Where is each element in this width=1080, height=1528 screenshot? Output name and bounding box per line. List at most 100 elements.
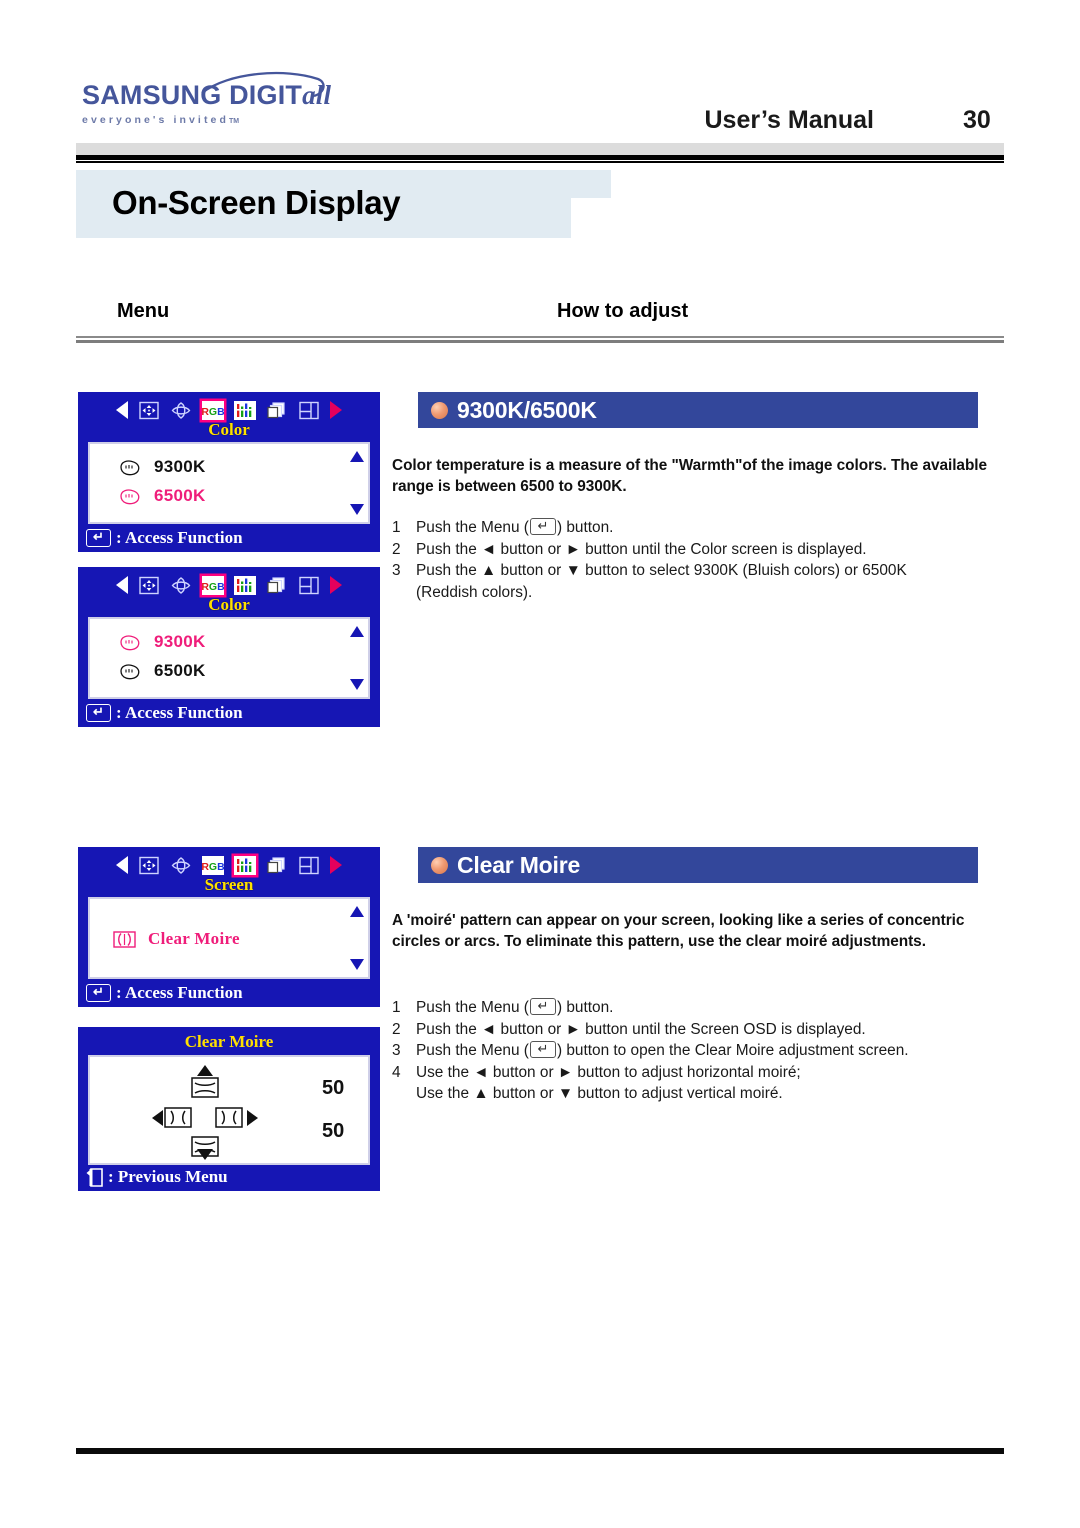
- osd-menu-label: Color: [208, 595, 250, 614]
- logo-tm-mark: TM: [229, 118, 240, 125]
- page-title-tab-step: [571, 170, 611, 198]
- step-text: Push the Menu () button.: [416, 515, 1017, 539]
- header-gray-band: [76, 143, 1004, 155]
- rgb-icon[interactable]: RGB: [202, 855, 224, 875]
- osd-option-9300k[interactable]: 9300K: [118, 632, 206, 652]
- arrow-right-icon[interactable]: [330, 576, 342, 594]
- manual-title: User’s Manual: [704, 106, 874, 134]
- rgb-icon[interactable]: RGB: [202, 575, 224, 595]
- step-item: 4 Use the ◄ button or ► button to adjust…: [392, 1062, 1022, 1084]
- scroll-down-icon[interactable]: [350, 679, 364, 690]
- arrow-right-icon[interactable]: [330, 401, 342, 419]
- copy-icon[interactable]: [266, 576, 288, 595]
- step-text: Push the ◄ button or ► button until the …: [416, 1020, 866, 1038]
- osd-content-screen: 9300K 6500K: [88, 442, 370, 524]
- rgb-icon[interactable]: RGB: [202, 400, 224, 420]
- osd-option-6500k[interactable]: 6500K: [118, 661, 206, 681]
- svg-text:RGB: RGB: [202, 406, 224, 418]
- osd-footer: : Access Function: [86, 701, 243, 723]
- scroll-down-icon[interactable]: [350, 959, 364, 970]
- step-item: 2 Push the ◄ button or ► button until th…: [392, 1019, 1022, 1041]
- copy-icon[interactable]: [266, 856, 288, 875]
- page-number: 30: [963, 106, 991, 134]
- step-number: 1: [392, 999, 401, 1016]
- step-text: Use the ◄ button or ► button to adjust h…: [416, 1063, 801, 1081]
- section-description-clear-moire: A 'moiré' pattern can appear on your scr…: [392, 912, 965, 950]
- osd-panel-screen-clear-moire: RGB Screen Clear Moire : Access Function: [78, 847, 380, 1007]
- osd-menu-label: Screen: [204, 875, 254, 894]
- copy-icon[interactable]: [266, 401, 288, 420]
- position-icon[interactable]: [138, 576, 160, 595]
- svg-text:RGB: RGB: [202, 581, 224, 593]
- bullet-icon: [431, 856, 448, 874]
- step-text: Push the ▲ button or ▼ button to select …: [416, 562, 907, 579]
- color-temp-icon: [120, 634, 140, 650]
- osd-content-screen: Clear Moire: [88, 897, 370, 979]
- section-heading-clear-moire: Clear Moire: [418, 847, 978, 883]
- section-description-color-temp: Color temperature is a measure of the "W…: [392, 457, 988, 495]
- step-number: 2: [392, 1020, 401, 1038]
- osd-icon[interactable]: [298, 856, 320, 875]
- scroll-up-icon[interactable]: [350, 451, 364, 462]
- color-temp-icon: [120, 488, 140, 504]
- screen-icon[interactable]: [234, 400, 256, 420]
- osd-option-label: 9300K: [154, 457, 206, 476]
- footer-rule: [76, 1448, 1004, 1454]
- step-number: 1: [392, 519, 401, 536]
- osd-option-label: 9300K: [154, 632, 206, 651]
- step-item: 2 Push the ◄ button or ► button until th…: [392, 539, 1017, 561]
- arrow-left-icon[interactable]: [116, 576, 128, 594]
- osd-icon-bar: RGB: [78, 573, 380, 597]
- osd-footer-label: : Access Function: [116, 528, 243, 547]
- previous-menu-icon: [86, 1167, 103, 1187]
- osd-adjust-screen: 50 50: [88, 1055, 370, 1165]
- osd-option-clear-moire[interactable]: Clear Moire: [112, 929, 240, 949]
- scroll-down-icon[interactable]: [350, 504, 364, 515]
- color-temp-icon: [120, 459, 140, 475]
- osd-icon-bar: RGB: [78, 398, 380, 422]
- osd-option-label: 6500K: [154, 661, 206, 680]
- logo-tagline: everyone's invitedTM: [82, 114, 240, 126]
- step-number: 2: [392, 540, 401, 558]
- arrow-left-icon[interactable]: [116, 401, 128, 419]
- screen-icon[interactable]: [234, 855, 256, 875]
- screen-icon[interactable]: [234, 575, 256, 595]
- osd-icon[interactable]: [298, 401, 320, 420]
- color-temp-icon: [120, 663, 140, 679]
- column-header-menu: Menu: [117, 300, 170, 322]
- step-text: Push the Menu () button to open the Clea…: [416, 1038, 1022, 1062]
- osd-panel-clear-moire-adjust: Clear Moire 50 50: Previous Menu: [78, 1027, 380, 1191]
- enter-key-icon: [86, 981, 111, 1003]
- osd-option-9300k[interactable]: 9300K: [118, 457, 206, 477]
- osd-footer: : Previous Menu: [86, 1167, 228, 1187]
- step-item: 3 Push the Menu () button to open the Cl…: [392, 1038, 1022, 1062]
- scroll-up-icon[interactable]: [350, 626, 364, 637]
- osd-icon[interactable]: [298, 576, 320, 595]
- scroll-up-icon[interactable]: [350, 906, 364, 917]
- step-item: 3 Push the ▲ button or ▼ button to selec…: [392, 560, 1017, 582]
- menu-button-icon: [529, 515, 556, 537]
- size-icon[interactable]: [170, 401, 192, 420]
- step-number: 3: [392, 562, 401, 579]
- moire-icon: [113, 930, 136, 948]
- osd-option-label: Clear Moire: [148, 929, 240, 948]
- size-icon[interactable]: [170, 856, 192, 875]
- position-icon[interactable]: [138, 401, 160, 420]
- step-text: Push the Menu () button.: [416, 995, 1022, 1019]
- samsung-digitall-logo: SAMSUNG DIGITall everyone's invitedTM: [82, 71, 402, 142]
- osd-footer: : Access Function: [86, 981, 243, 1003]
- osd-icon-bar: RGB: [78, 853, 380, 877]
- osd-option-label: 6500K: [154, 486, 206, 505]
- size-icon[interactable]: [170, 576, 192, 595]
- header-rule-thin: [76, 161, 1004, 163]
- arrow-right-icon[interactable]: [330, 856, 342, 874]
- steps-clear-moire: 1 Push the Menu () button. 2 Push the ◄ …: [392, 995, 1022, 1105]
- osd-menu-label: Color: [208, 420, 250, 439]
- step-text: Push the ◄ button or ► button until the …: [416, 540, 867, 558]
- position-icon[interactable]: [138, 856, 160, 875]
- osd-option-6500k[interactable]: 6500K: [118, 486, 206, 506]
- osd-value-horizontal: 50: [322, 1120, 345, 1142]
- arrow-left-icon[interactable]: [116, 856, 128, 874]
- step-item: 1 Push the Menu () button.: [392, 995, 1022, 1019]
- osd-content-screen: 9300K 6500K: [88, 617, 370, 699]
